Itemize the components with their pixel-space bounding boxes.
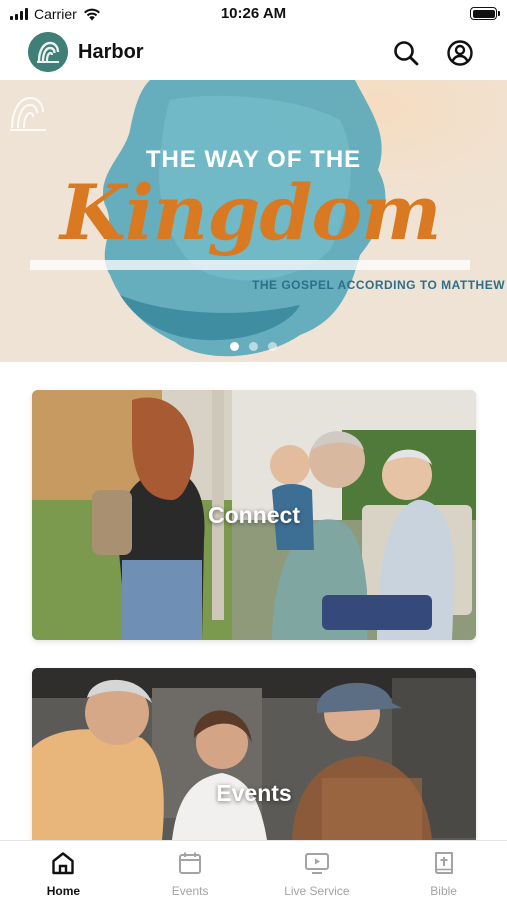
tab-live-service[interactable]: Live Service: [254, 841, 381, 900]
tab-events[interactable]: Events: [127, 841, 254, 900]
tab-bar: Home Events Live Service Bible: [0, 840, 507, 900]
carousel-dot[interactable]: [268, 342, 277, 351]
status-time: 10:26 AM: [220, 5, 287, 22]
connect-label: Connect: [208, 502, 300, 528]
tab-live-service-label: Live Service: [284, 884, 350, 898]
tv-play-icon: [304, 853, 329, 874]
hero-watermark-logo: [10, 96, 46, 131]
tab-bible-label: Bible: [430, 884, 457, 898]
carousel-dots[interactable]: [0, 342, 507, 351]
hero-script-title: Kingdom: [60, 168, 442, 257]
battery-icon: [470, 7, 500, 20]
connect-card[interactable]: Connect: [32, 390, 476, 640]
account-icon: [447, 40, 473, 66]
account-button[interactable]: [445, 38, 475, 68]
search-button[interactable]: [391, 38, 421, 68]
tab-home-label: Home: [46, 884, 81, 898]
hero-banner[interactable]: THE WAY OF THE Kingdom THE GOSPEL ACCORD…: [0, 80, 507, 362]
calendar-icon: [179, 852, 202, 874]
tab-bible[interactable]: Bible: [380, 841, 507, 900]
home-icon: [52, 852, 75, 875]
app-title: Harbor: [78, 41, 144, 63]
events-photo: [32, 668, 476, 840]
hero-subtitle: THE GOSPEL ACCORDING TO MATTHEW: [252, 278, 506, 292]
events-card[interactable]: Events: [32, 668, 476, 840]
carousel-dot[interactable]: [230, 342, 239, 351]
harbor-logo: [28, 32, 68, 72]
carousel-dot[interactable]: [249, 342, 258, 351]
app-header: Harbor: [0, 30, 507, 76]
search-icon: [394, 41, 419, 66]
tab-home[interactable]: Home: [0, 841, 127, 900]
status-bar: Carrier 10:26 AM: [0, 0, 507, 30]
tab-events-label: Events: [171, 884, 209, 898]
events-label: Events: [216, 780, 292, 806]
bible-icon: [434, 852, 453, 874]
